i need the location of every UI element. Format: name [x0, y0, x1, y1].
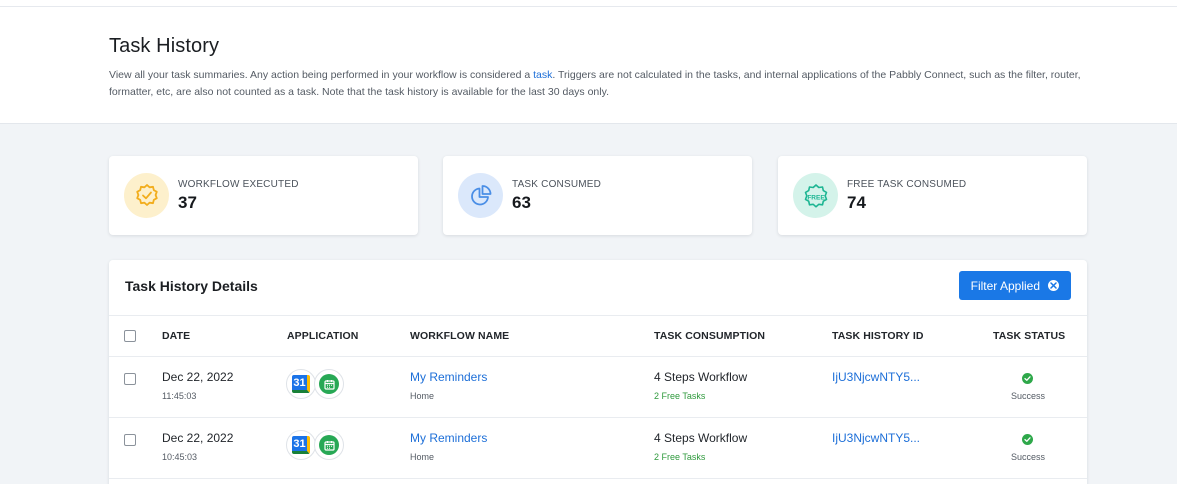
select-all-checkbox[interactable] — [124, 330, 136, 342]
row-time: 11:45:03 — [162, 391, 197, 401]
panel-title: Task History Details — [125, 278, 258, 294]
row-free-tasks: 2 Free Tasks — [654, 391, 706, 401]
page-description: View all your task summaries. Any action… — [109, 69, 1081, 98]
table-row[interactable]: Dec 22, 2022 10:45:03 31 My Reminders Ho… — [109, 418, 1087, 479]
page-title: Task History — [109, 35, 220, 57]
row-consumption: 4 Steps Workflow — [654, 370, 748, 384]
row-workflow-link[interactable]: My Reminders — [410, 370, 487, 384]
google-calendar-icon: 31 — [286, 430, 316, 460]
row-history-id-link[interactable]: IjU3NjcwNTY5... — [832, 370, 920, 384]
pie-chart-icon — [458, 173, 503, 218]
row-time: 10:45:03 — [162, 452, 198, 462]
row-free-tasks: 2 Free Tasks — [654, 452, 706, 462]
stat-value: 37 — [178, 193, 197, 212]
schedule-icon — [314, 430, 344, 460]
col-task-status[interactable]: TASK STATUS — [993, 330, 1065, 342]
stat-label: WORKFLOW EXECUTED — [178, 179, 299, 190]
row-status: Success — [1010, 452, 1045, 462]
success-check-icon — [1022, 434, 1033, 445]
col-application[interactable]: APPLICATION — [287, 330, 359, 342]
task-history-panel: Task History Details Filter Applied DATE… — [109, 260, 1087, 484]
top-bar — [0, 0, 1177, 7]
close-circle-icon[interactable] — [1048, 280, 1059, 291]
badge-check-icon — [124, 173, 169, 218]
row-consumption: 4 Steps Workflow — [654, 431, 748, 445]
stat-card-workflow-executed: WORKFLOW EXECUTED 37 — [109, 156, 418, 235]
stat-value: 63 — [512, 193, 531, 212]
row-folder: Home — [410, 452, 435, 462]
row-applications: 31 — [286, 430, 346, 462]
row-folder: Home — [410, 391, 435, 401]
stat-card-free-task-consumed: FREE FREE TASK CONSUMED 74 — [778, 156, 1087, 235]
row-applications: 31 — [286, 369, 346, 401]
col-task-history-id[interactable]: TASK HISTORY ID — [832, 330, 924, 342]
stat-label: FREE TASK CONSUMED — [847, 179, 967, 190]
task-link[interactable]: task — [533, 69, 552, 81]
success-check-icon — [1022, 373, 1033, 384]
row-date: Dec 22, 2022 — [162, 431, 234, 445]
col-date[interactable]: DATE — [162, 330, 190, 342]
row-workflow-link[interactable]: My Reminders — [410, 431, 487, 445]
stat-value: 74 — [847, 193, 866, 212]
free-badge-icon: FREE — [793, 173, 838, 218]
stat-card-task-consumed: TASK CONSUMED 63 — [443, 156, 752, 235]
col-task-consumption[interactable]: TASK CONSUMPTION — [654, 330, 765, 342]
row-date: Dec 22, 2022 — [162, 370, 234, 384]
google-calendar-icon: 31 — [286, 369, 316, 399]
filter-label: Filter Applied — [970, 278, 1040, 293]
row-history-id-link[interactable]: IjU3NjcwNTY5... — [832, 431, 920, 445]
table-row[interactable]: Dec 22, 2022 11:45:03 31 My Reminders Ho… — [109, 357, 1087, 418]
table-header: DATE APPLICATION WORKFLOW NAME TASK CONS… — [109, 315, 1087, 357]
svg-text:FREE: FREE — [807, 194, 825, 201]
page-header: Task History View all your task summarie… — [0, 7, 1177, 124]
schedule-icon — [314, 369, 344, 399]
filter-applied-button[interactable]: Filter Applied — [958, 271, 1071, 300]
row-status: Success — [1010, 391, 1045, 401]
stat-label: TASK CONSUMED — [512, 179, 602, 190]
row-checkbox[interactable] — [124, 434, 136, 446]
col-workflow-name[interactable]: WORKFLOW NAME — [410, 330, 509, 342]
row-checkbox[interactable] — [124, 373, 136, 385]
